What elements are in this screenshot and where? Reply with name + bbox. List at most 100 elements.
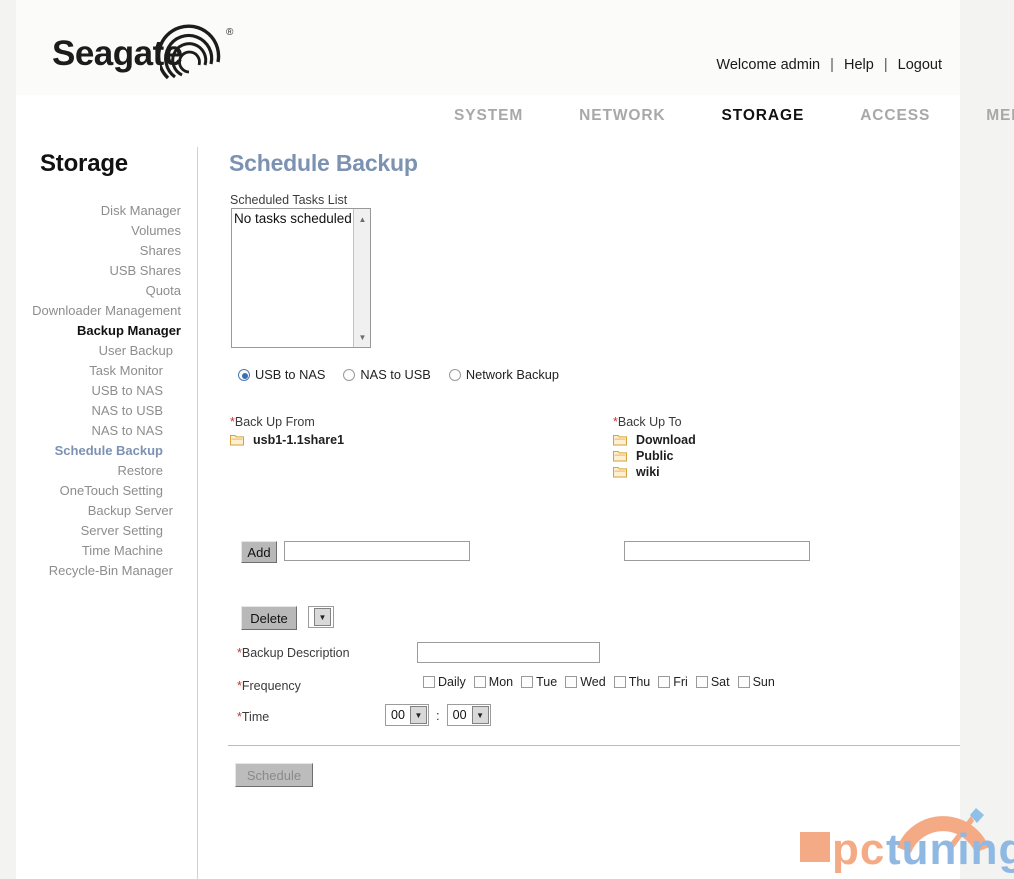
sidebar-title: Storage (40, 150, 128, 177)
logout-link[interactable]: Logout (898, 57, 942, 73)
nav-tab-storage[interactable]: STORAGE (694, 107, 833, 125)
userbar-separator-1: | (830, 57, 834, 73)
checkbox-icon-thu[interactable] (613, 676, 626, 688)
scroll-down-icon[interactable]: ▼ (354, 329, 371, 345)
frequency-checkbox-label: Fri (673, 675, 688, 689)
radio-usb-to-nas-dot[interactable] (238, 368, 250, 381)
backup-from-label-text: Back Up From (234, 415, 315, 429)
frequency-checkbox-wed[interactable]: Wed (565, 675, 606, 689)
radio-nas-to-usb-dot[interactable] (343, 368, 356, 381)
radio-nas-to-usb[interactable]: NAS to USB (343, 367, 431, 382)
time-minute-select[interactable]: 00 ▼ (446, 704, 491, 726)
checkbox-icon-sun[interactable] (737, 676, 750, 688)
tasks-list-scrollbar[interactable]: ▲ ▼ (353, 209, 370, 347)
backup-to-label-text: Back Up To (617, 415, 682, 429)
radio-network-backup-dot[interactable] (448, 368, 461, 381)
delete-target-select[interactable]: ▼ (308, 606, 334, 628)
main-content: Schedule Backup Scheduled Tasks List No … (198, 143, 960, 879)
add-button[interactable]: Add (241, 541, 277, 563)
sidebar-item-recycle-bin-manager[interactable]: Recycle-Bin Manager (16, 561, 181, 581)
backup-to-label: *Back Up To (613, 415, 873, 429)
nav-tab-system[interactable]: SYSTEM (426, 107, 551, 125)
sidebar: Storage Disk Manager Volumes Shares USB Sha… (16, 143, 197, 879)
frequency-checkbox-sun[interactable]: Sun (737, 675, 775, 689)
backup-from-label: *Back Up From (230, 415, 490, 429)
frequency-checkbox-fri[interactable]: Fri (658, 675, 688, 689)
radio-network-backup-label: Network Backup (465, 367, 560, 382)
sidebar-item-usb-to-nas[interactable]: USB to NAS (16, 381, 181, 401)
folder-icon (230, 435, 244, 446)
sidebar-item-shares[interactable]: Shares (16, 241, 181, 261)
seagate-swirl-logo-icon (160, 24, 221, 80)
frequency-checkbox-mon[interactable]: Mon (473, 675, 513, 689)
time-row: *Time 00 ▼ : 00 ▼ (198, 704, 960, 736)
frequency-checkbox-label: Wed (580, 675, 606, 689)
schedule-button[interactable]: Schedule (235, 763, 313, 787)
registered-trademark-icon: ® (226, 27, 234, 38)
time-minute-value: 00 (452, 708, 467, 722)
sidebar-item-restore[interactable]: Restore (16, 461, 181, 481)
sidebar-item-server-setting[interactable]: Server Setting (16, 521, 181, 541)
seagate-logo[interactable]: Seagate ® (38, 16, 268, 86)
backup-to-column: *Back Up To Download Public wiki (613, 415, 873, 481)
radio-usb-to-nas-label: USB to NAS (255, 367, 326, 382)
list-item[interactable]: No tasks scheduled (232, 209, 370, 226)
sidebar-item-backup-manager[interactable]: Backup Manager (16, 321, 181, 341)
sidebar-item-time-machine[interactable]: Time Machine (16, 541, 181, 561)
radio-network-backup[interactable]: Network Backup (448, 367, 560, 382)
time-label-text: Time (241, 710, 270, 724)
checkbox-icon-daily[interactable] (423, 676, 435, 688)
sidebar-item-backup-server[interactable]: Backup Server (16, 501, 181, 521)
folder-name: Public (636, 449, 674, 463)
folder-name: wiki (636, 465, 660, 479)
checkbox-icon-wed[interactable] (565, 676, 578, 688)
backup-from-path-input[interactable] (284, 541, 470, 561)
sidebar-item-schedule-backup[interactable]: Schedule Backup (16, 441, 181, 461)
frequency-checkbox-sat[interactable]: Sat (695, 675, 730, 689)
scheduled-tasks-label: Scheduled Tasks List (230, 193, 348, 207)
folder-row[interactable]: Public (613, 449, 873, 463)
nav-tab-network[interactable]: NETWORK (551, 107, 693, 125)
frequency-checkbox-label: Daily (438, 675, 466, 689)
sidebar-item-downloader-management[interactable]: Downloader Management (16, 301, 181, 321)
scroll-up-icon[interactable]: ▲ (354, 211, 371, 227)
frequency-checkbox-daily[interactable]: Daily (423, 675, 466, 689)
chevron-down-icon-hour[interactable]: ▼ (410, 706, 427, 724)
chevron-down-icon[interactable]: ▼ (314, 608, 331, 626)
frequency-checkbox-group: Daily Mon Tue Wed Thu Fri Sat Sun (423, 675, 783, 689)
nav-tab-access[interactable]: ACCESS (832, 107, 958, 125)
checkbox-icon-mon[interactable] (473, 676, 486, 688)
sidebar-item-quota[interactable]: Quota (16, 281, 181, 301)
radio-usb-to-nas[interactable]: USB to NAS (238, 367, 325, 382)
folder-row[interactable]: usb1-1.1share1 (230, 433, 490, 447)
sidebar-item-nas-to-nas[interactable]: NAS to NAS (16, 421, 181, 441)
site-header: Seagate ® Welcome admin | Help | Logout (16, 0, 960, 95)
sidebar-item-task-monitor[interactable]: Task Monitor (16, 361, 181, 381)
time-hour-select[interactable]: 00 ▼ (385, 704, 429, 726)
backup-description-input[interactable] (417, 642, 600, 663)
userbar-separator-2: | (883, 57, 888, 73)
folder-row[interactable]: Download (613, 433, 873, 447)
backup-to-path-input[interactable] (624, 541, 810, 561)
nav-tab-media[interactable]: MEDIA (958, 107, 1014, 125)
checkbox-icon-tue[interactable] (521, 676, 534, 688)
sidebar-item-nas-to-usb[interactable]: NAS to USB (16, 401, 181, 421)
folder-icon (613, 451, 627, 462)
frequency-checkbox-tue[interactable]: Tue (521, 675, 557, 689)
sidebar-item-disk-manager[interactable]: Disk Manager (16, 201, 181, 221)
frequency-checkbox-label: Tue (536, 675, 558, 689)
sidebar-item-user-backup[interactable]: User Backup (16, 341, 181, 361)
checkbox-icon-sat[interactable] (695, 676, 708, 688)
backup-from-folder-list: usb1-1.1share1 (230, 433, 490, 447)
sidebar-item-usb-shares[interactable]: USB Shares (16, 261, 181, 281)
sidebar-item-volumes[interactable]: Volumes (16, 221, 181, 241)
backup-mode-radio-group: USB to NAS NAS to USB Network Backup (238, 367, 577, 382)
delete-button[interactable]: Delete (241, 606, 297, 630)
scheduled-tasks-listbox[interactable]: No tasks scheduled (231, 208, 371, 348)
frequency-checkbox-thu[interactable]: Thu (613, 675, 650, 689)
sidebar-item-onetouch-setting[interactable]: OneTouch Setting (16, 481, 181, 501)
chevron-down-icon-minute[interactable]: ▼ (471, 706, 489, 724)
checkbox-icon-fri[interactable] (658, 676, 671, 688)
folder-row[interactable]: wiki (613, 465, 873, 479)
help-link[interactable]: Help (844, 57, 874, 73)
